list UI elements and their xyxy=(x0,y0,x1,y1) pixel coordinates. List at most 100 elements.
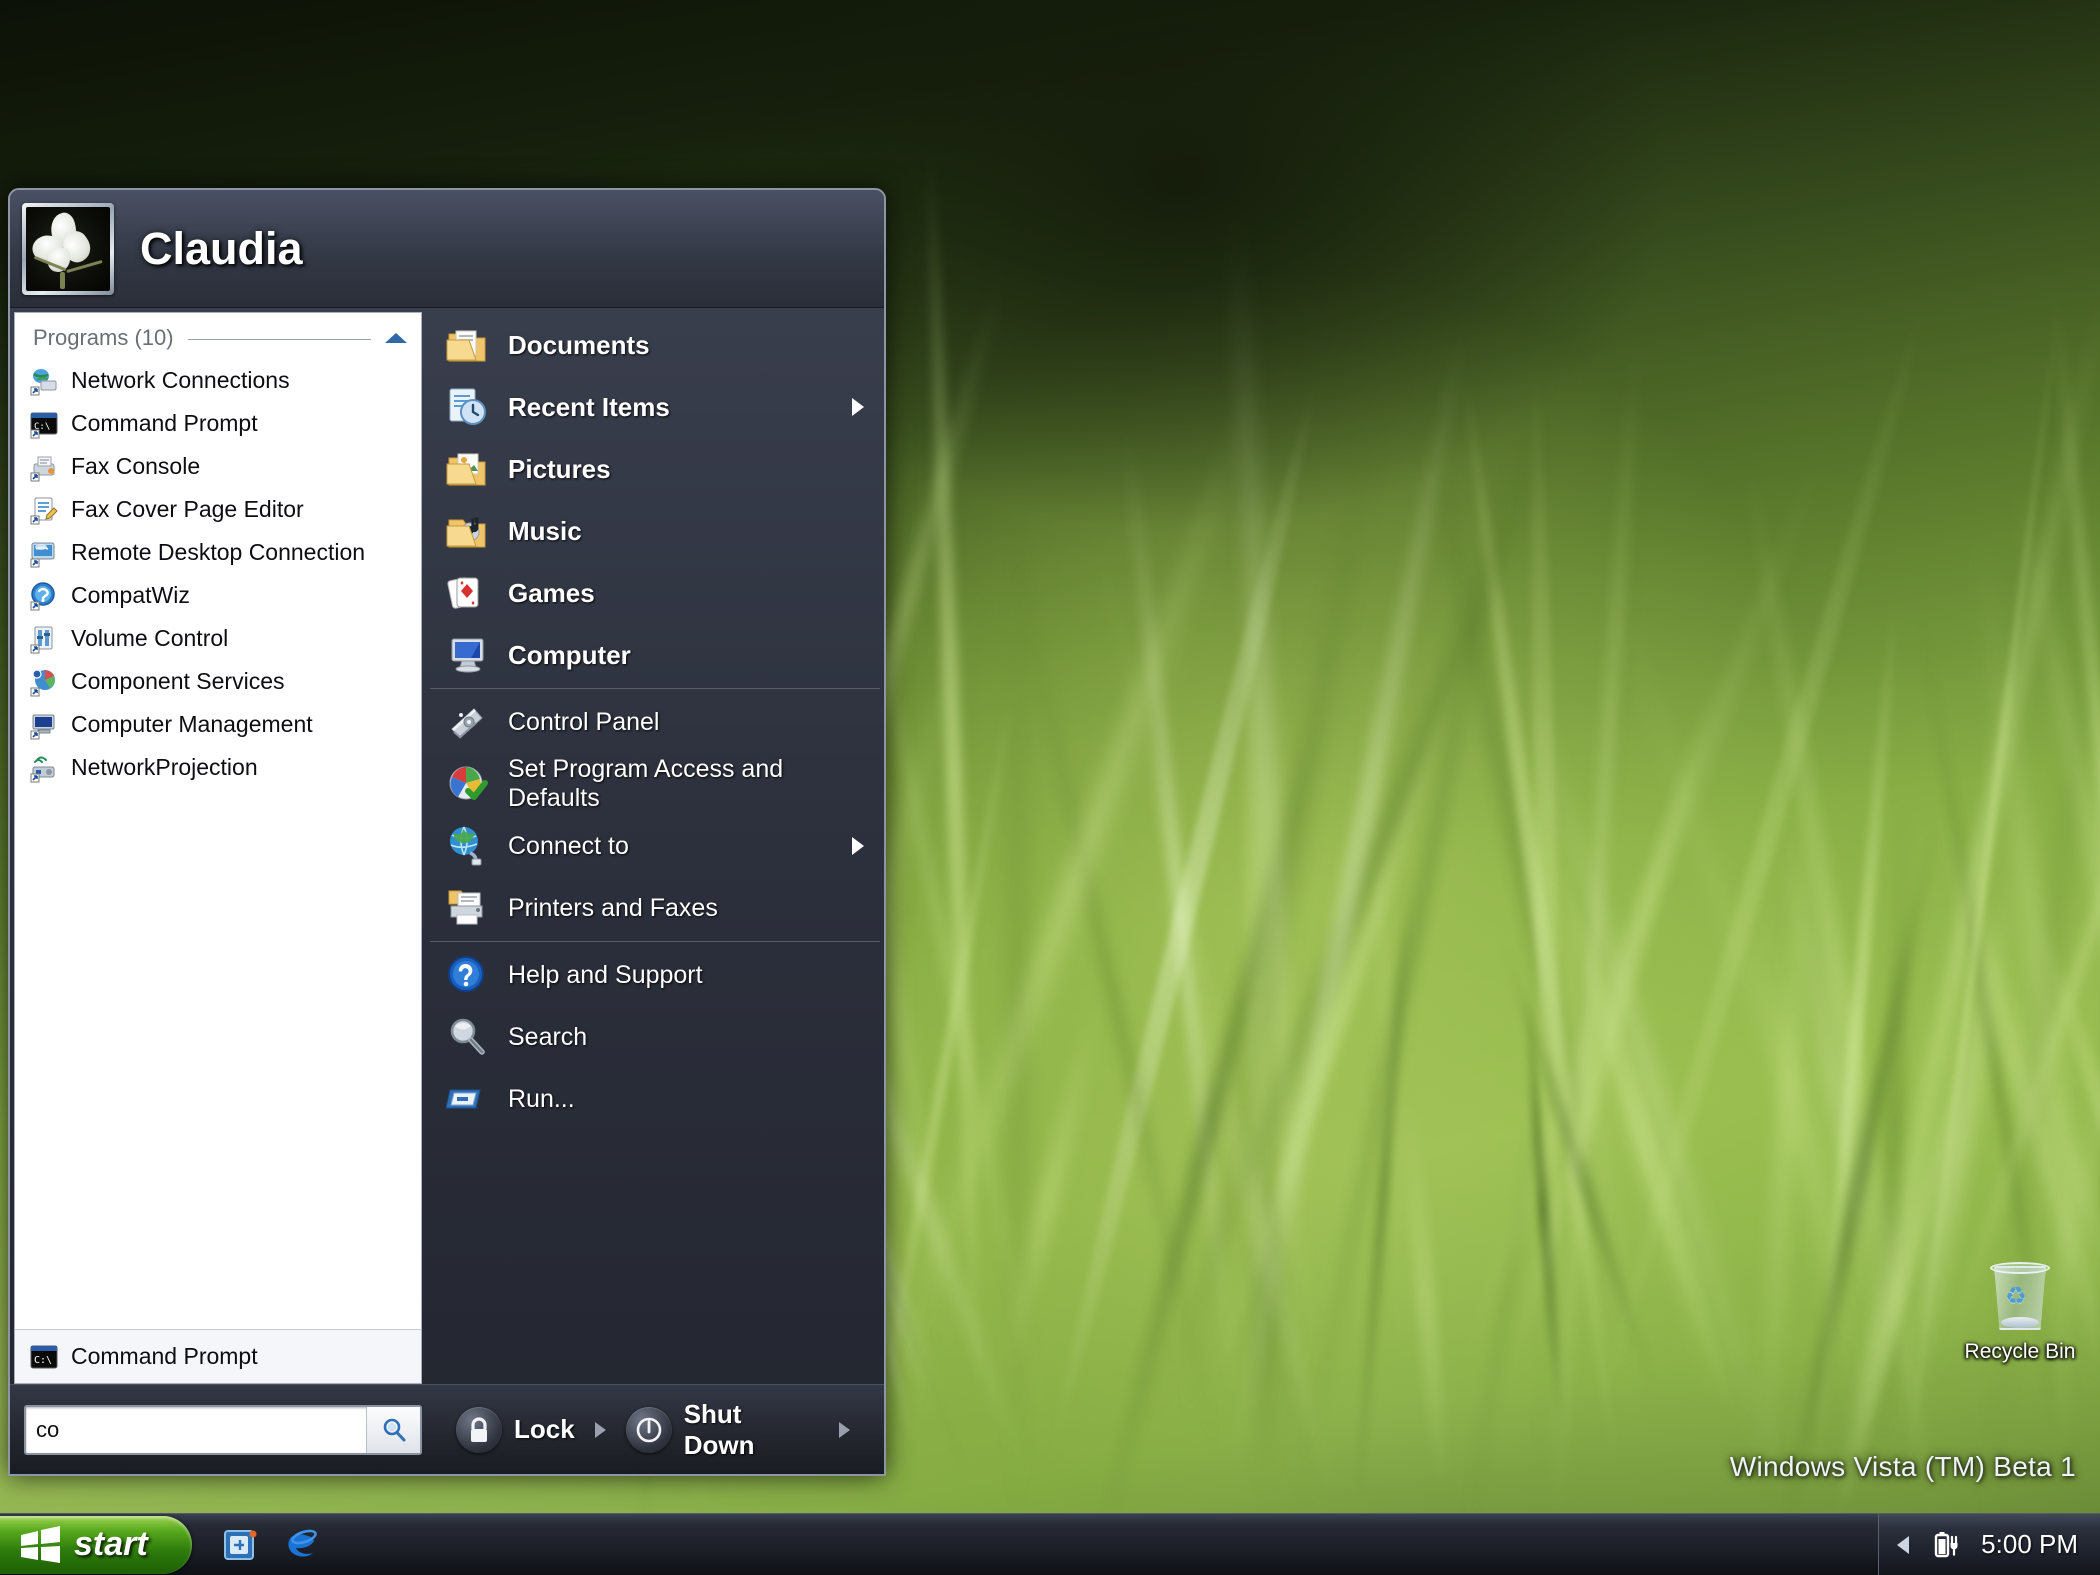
command-prompt-icon: C:\ xyxy=(29,1342,59,1372)
program-list-item[interactable]: Computer Management xyxy=(15,703,421,746)
start-label: start xyxy=(74,1525,148,1564)
set-program-access-icon xyxy=(444,761,490,807)
power-icon xyxy=(626,1407,672,1453)
computer-monitor-icon xyxy=(444,632,490,678)
right-panel-item[interactable]: Music xyxy=(430,500,880,562)
program-list-item[interactable]: CompatWiz xyxy=(15,574,421,617)
right-panel-item[interactable]: Pictures xyxy=(430,438,880,500)
right-panel-item-label: Search xyxy=(508,1023,864,1052)
right-panel-item-label: Documents xyxy=(508,330,864,361)
right-panel-item[interactable]: Control Panel xyxy=(430,691,880,753)
right-panel-item[interactable]: Computer xyxy=(430,624,880,686)
program-list-item[interactable]: Fax Cover Page Editor xyxy=(15,488,421,531)
left-footer-label: Command Prompt xyxy=(71,1343,258,1370)
padlock-icon xyxy=(456,1407,502,1453)
submenu-arrow-icon[interactable] xyxy=(852,837,864,855)
chevron-left-icon[interactable] xyxy=(1897,1536,1909,1554)
search-magnifier-icon xyxy=(444,1014,490,1060)
right-panel-item[interactable]: Help and Support xyxy=(430,944,880,1006)
flower-avatar-icon xyxy=(26,207,110,291)
taskbar-clock[interactable]: 5:00 PM xyxy=(1981,1529,2078,1560)
right-panel-item-label: Computer xyxy=(508,640,864,671)
right-panel-item-label: Printers and Faxes xyxy=(508,894,864,923)
recycle-bin-icon: ♻ xyxy=(1982,1258,2058,1334)
start-menu-left-panel: Programs (10) Network Connections C:\ Comm… xyxy=(14,312,422,1384)
games-cards-icon xyxy=(444,570,490,616)
help-question-icon xyxy=(444,952,490,998)
desktop-icon-recycle-bin[interactable]: ♻ Recycle Bin xyxy=(1955,1258,2085,1364)
right-panel-item[interactable]: Recent Items xyxy=(430,376,880,438)
show-desktop-icon[interactable] xyxy=(220,1525,260,1565)
network-connections-icon xyxy=(29,366,59,396)
right-panel-item-label: Set Program Access and Defaults xyxy=(508,755,864,813)
command-prompt-icon: C:\ xyxy=(29,409,59,439)
right-panel-item-label: Games xyxy=(508,578,864,609)
windows-flag-icon xyxy=(18,1526,62,1564)
program-label: Component Services xyxy=(71,668,285,695)
taskbar: start xyxy=(0,1513,2100,1575)
pictures-folder-icon xyxy=(444,446,490,492)
start-menu-body: Programs (10) Network Connections C:\ Comm… xyxy=(10,308,884,1384)
shutdown-chevron-right-icon[interactable] xyxy=(839,1422,850,1438)
shutdown-button[interactable]: Shut Down xyxy=(626,1399,819,1461)
right-panel-item-label: Connect to xyxy=(508,832,852,861)
program-label: CompatWiz xyxy=(71,582,190,609)
desktop: ♻ Recycle Bin Windows Vista (TM) Beta 1 … xyxy=(0,0,2100,1575)
right-panel-item[interactable]: Documents xyxy=(430,314,880,376)
program-list-item[interactable]: Volume Control xyxy=(15,617,421,660)
program-label: Volume Control xyxy=(71,625,228,652)
right-panel-item-label: Run... xyxy=(508,1085,864,1114)
power-buttons: Lock Shut Down xyxy=(456,1399,870,1461)
documents-folder-icon xyxy=(444,322,490,368)
lock-label: Lock xyxy=(514,1414,575,1445)
start-menu-header: Claudia xyxy=(10,190,884,308)
start-button[interactable]: start xyxy=(0,1516,192,1574)
start-menu: Claudia Programs (10) Network Connection… xyxy=(8,188,886,1476)
programs-list: Network Connections C:\ Command Prompt Fax … xyxy=(15,357,421,1329)
right-panel-item-label: Recent Items xyxy=(508,392,852,423)
right-panel-item[interactable]: Search xyxy=(430,1006,880,1068)
right-panel-item-label: Music xyxy=(508,516,864,547)
program-list-item[interactable]: C:\ Command Prompt xyxy=(15,402,421,445)
program-label: Remote Desktop Connection xyxy=(71,539,365,566)
search-input[interactable] xyxy=(26,1407,366,1453)
printers-faxes-icon xyxy=(444,885,490,931)
program-list-item[interactable]: Remote Desktop Connection xyxy=(15,531,421,574)
run-icon xyxy=(444,1076,490,1122)
program-list-item[interactable]: Network Connections xyxy=(15,359,421,402)
right-panel-item[interactable]: Set Program Access and Defaults xyxy=(430,753,880,815)
submenu-arrow-icon[interactable] xyxy=(852,398,864,416)
lock-chevron-right-icon[interactable] xyxy=(595,1422,606,1438)
component-services-icon xyxy=(29,667,59,697)
program-list-item[interactable]: Component Services xyxy=(15,660,421,703)
program-list-item[interactable]: NetworkProjection xyxy=(15,746,421,789)
fax-console-icon xyxy=(29,452,59,482)
avatar[interactable] xyxy=(22,203,114,295)
search-box[interactable] xyxy=(24,1405,422,1455)
lock-button[interactable]: Lock xyxy=(456,1407,575,1453)
search-button[interactable] xyxy=(366,1407,420,1453)
program-label: Fax Cover Page Editor xyxy=(71,496,304,523)
battery-plugged-icon[interactable] xyxy=(1927,1527,1963,1563)
right-panel-item[interactable]: Printers and Faxes xyxy=(430,877,880,939)
programs-section-title: Programs (10) xyxy=(33,325,174,351)
control-panel-icon xyxy=(444,699,490,745)
music-folder-icon xyxy=(444,508,490,554)
right-panel-item[interactable]: Connect to xyxy=(430,815,880,877)
svg-text:C:\: C:\ xyxy=(34,1355,52,1366)
compatwiz-icon xyxy=(29,581,59,611)
program-label: Command Prompt xyxy=(71,410,258,437)
start-menu-left-footer-item[interactable]: C:\ Command Prompt xyxy=(15,1329,421,1383)
program-label: Network Connections xyxy=(71,367,290,394)
network-projection-icon xyxy=(29,753,59,783)
internet-explorer-icon[interactable] xyxy=(282,1525,322,1565)
start-menu-right-panel: Documents Recent Items Pictures Music Games C… xyxy=(422,312,880,1384)
right-panel-item-label: Pictures xyxy=(508,454,864,485)
connect-to-globe-icon xyxy=(444,823,490,869)
program-list-item[interactable]: Fax Console xyxy=(15,445,421,488)
right-panel-item[interactable]: Run... xyxy=(430,1068,880,1130)
chevron-up-icon[interactable] xyxy=(385,333,407,343)
volume-control-icon xyxy=(29,624,59,654)
right-panel-item[interactable]: Games xyxy=(430,562,880,624)
desktop-icon-label: Recycle Bin xyxy=(1955,1340,2085,1364)
